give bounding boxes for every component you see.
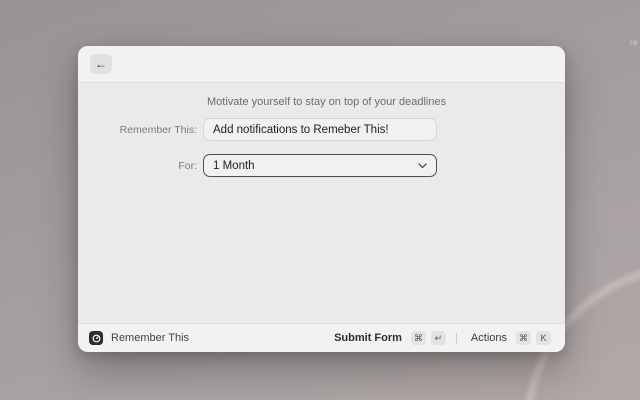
remember-this-input[interactable] (203, 118, 437, 141)
form-content: Motivate yourself to stay on top of your… (78, 83, 565, 177)
footer-actions: Submit Form ⌘ ↵ Actions ⌘ K (334, 331, 551, 345)
form-row-remember-this: Remember This: (78, 118, 565, 141)
app-window: ← Motivate yourself to stay on top of yo… (78, 46, 565, 352)
form-row-for: For: 1 Month (78, 154, 565, 177)
for-field-wrap: 1 Month (203, 154, 437, 177)
window-header: ← (78, 46, 565, 83)
submit-form-button[interactable]: Submit Form (334, 332, 402, 344)
remember-this-app-icon (89, 331, 103, 345)
back-button[interactable]: ← (90, 54, 112, 74)
for-dropdown[interactable]: 1 Month (203, 154, 437, 177)
wallpaper-watermark: re (630, 38, 638, 47)
chevron-down-icon (418, 163, 427, 169)
footer-divider (456, 333, 457, 344)
for-dropdown-value: 1 Month (213, 160, 255, 172)
for-label: For: (78, 160, 197, 172)
remember-this-field-wrap (203, 118, 437, 141)
remember-this-label: Remember This: (78, 124, 197, 136)
k-key-icon: K (536, 331, 551, 345)
actions-button[interactable]: Actions (471, 332, 507, 344)
return-key-icon: ↵ (431, 331, 446, 345)
footer-app-info: Remember This (89, 331, 189, 345)
command-key-icon: ⌘ (411, 331, 426, 345)
command-key-icon: ⌘ (516, 331, 531, 345)
back-arrow-icon: ← (95, 58, 107, 70)
footer-app-name: Remember This (111, 332, 189, 344)
form-description: Motivate yourself to stay on top of your… (207, 96, 565, 108)
status-bar: Remember This Submit Form ⌘ ↵ Actions ⌘ … (78, 323, 565, 352)
